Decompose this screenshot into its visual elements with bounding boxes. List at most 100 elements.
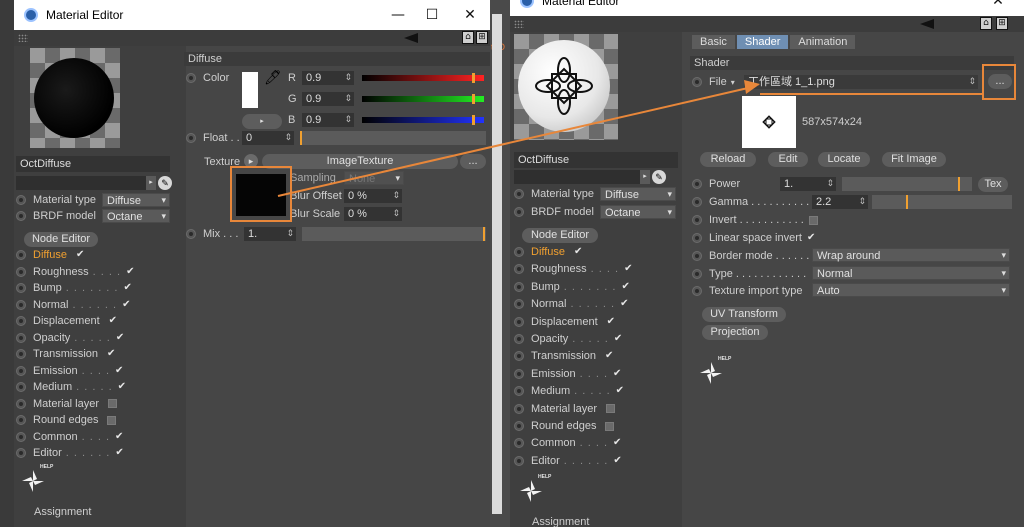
radio-icon[interactable] (692, 77, 702, 87)
channel-label[interactable]: Normal (531, 298, 566, 310)
channel-checkbox-checked[interactable]: ✔ (613, 455, 623, 466)
channel-row[interactable]: Bump. . . . . . . ✔ (514, 279, 631, 295)
power-slider[interactable] (842, 177, 972, 191)
tab-basic[interactable]: Basic (692, 35, 735, 49)
radio-icon[interactable] (514, 316, 524, 327)
channel-checkbox-checked[interactable]: ✔ (620, 299, 630, 309)
name-subfield[interactable] (16, 176, 146, 190)
gamma-value-field[interactable]: 2.2 (812, 195, 868, 209)
radio-icon[interactable] (514, 438, 524, 449)
b-value-field[interactable]: 0.9 (302, 113, 354, 127)
border-mode-dropdown[interactable]: Wrap around (812, 248, 1010, 263)
channel-row[interactable]: Displacement ✔ (514, 314, 617, 330)
expand-arrow[interactable]: ▸ (640, 170, 650, 184)
tab-animation[interactable]: Animation (790, 35, 856, 49)
radio-icon[interactable] (514, 264, 524, 275)
radio-icon[interactable] (16, 299, 26, 310)
radio-icon[interactable] (514, 351, 524, 362)
tab-shader[interactable]: Shader (736, 35, 789, 49)
fit-image-button[interactable]: Fit Image (882, 152, 946, 167)
g-slider[interactable] (362, 94, 484, 104)
radio-icon[interactable] (16, 195, 26, 205)
channel-label[interactable]: Round edges (33, 414, 98, 426)
radio-icon[interactable] (692, 233, 702, 243)
radio-icon[interactable] (186, 133, 196, 143)
channel-checkbox-checked[interactable]: ✔ (107, 349, 117, 359)
channel-checkbox-checked[interactable]: ✔ (605, 351, 615, 361)
channel-checkbox-checked[interactable]: ✔ (116, 332, 126, 343)
background-scrollbar[interactable] (492, 14, 502, 514)
pick-icon[interactable]: ✎ (158, 176, 172, 190)
channel-checkbox-checked[interactable]: ✔ (115, 448, 125, 458)
linear-invert-checkbox[interactable]: ✔ (807, 233, 817, 243)
material-name-field[interactable]: OctDiffuse (514, 152, 678, 168)
file-path-field[interactable]: 工作區域 1_1.png (744, 75, 978, 89)
channel-label[interactable]: Medium (531, 385, 570, 397)
radio-icon[interactable] (16, 415, 26, 425)
back-arrow-icon[interactable] (404, 33, 418, 43)
expand-arrow[interactable]: ▸ (146, 176, 156, 190)
channel-label[interactable]: Emission (33, 365, 78, 377)
gamma-slider[interactable] (872, 195, 1012, 209)
assignment-label[interactable]: Assignment (532, 516, 589, 527)
radio-icon[interactable] (16, 332, 26, 343)
channel-checkbox-checked[interactable]: ✔ (624, 264, 634, 274)
channel-checkbox-unchecked[interactable] (606, 404, 616, 414)
channel-row[interactable]: Normal . . . . . . ✔ (16, 297, 132, 313)
channel-row[interactable]: Normal . . . . . . ✔ (514, 296, 630, 312)
channel-checkbox-checked[interactable]: ✔ (614, 334, 624, 344)
channel-checkbox-checked[interactable]: ✔ (118, 382, 128, 392)
radio-icon[interactable] (692, 197, 702, 207)
channel-row[interactable]: Medium . . . . . ✔ (16, 379, 128, 395)
grip-icon[interactable] (18, 34, 28, 42)
channel-label[interactable]: Material layer (531, 403, 597, 415)
channel-checkbox-unchecked[interactable] (107, 415, 117, 425)
locate-button[interactable]: Locate (818, 152, 870, 167)
assignment-label[interactable]: Assignment (34, 506, 91, 518)
node-editor-button[interactable]: Node Editor (522, 228, 598, 243)
channel-label[interactable]: Bump (531, 281, 560, 293)
material-type-dropdown[interactable]: Diffuse (102, 193, 170, 208)
tex-button[interactable]: Tex (978, 177, 1008, 192)
float-value-field[interactable]: 0 (242, 131, 294, 145)
material-name-field[interactable]: OctDiffuse (16, 156, 170, 172)
radio-icon[interactable] (16, 316, 26, 326)
grip-icon[interactable] (514, 20, 524, 28)
radio-icon[interactable] (514, 299, 524, 310)
channel-label[interactable]: Displacement (33, 315, 100, 327)
channel-row[interactable]: Medium . . . . . ✔ (514, 383, 626, 399)
radio-icon[interactable] (16, 349, 26, 359)
channel-label[interactable]: Round edges (531, 420, 596, 432)
lock-icon[interactable]: ⌂ (980, 17, 992, 30)
radio-icon[interactable] (16, 365, 26, 376)
channel-row[interactable]: Material layer (16, 396, 118, 412)
channel-checkbox-checked[interactable]: ✔ (607, 316, 617, 327)
reload-button[interactable]: Reload (700, 152, 756, 167)
channel-checkbox-checked[interactable]: ✔ (76, 250, 86, 260)
name-subfield[interactable] (514, 170, 642, 184)
channel-checkbox-unchecked[interactable] (605, 421, 615, 431)
channel-label[interactable]: Diffuse (33, 249, 67, 261)
channel-row[interactable]: Editor. . . . . . ✔ (514, 453, 623, 469)
octane-help-icon-panel[interactable] (696, 358, 726, 388)
radio-icon[interactable] (16, 431, 26, 442)
channel-checkbox-checked[interactable]: ✔ (574, 247, 584, 257)
uv-transform-button[interactable]: UV Transform (702, 307, 786, 322)
channel-row[interactable]: Opacity . . . . . ✔ (16, 330, 126, 346)
radio-icon[interactable] (692, 251, 702, 261)
mix-value-field[interactable]: 1. (244, 227, 296, 241)
invert-checkbox[interactable] (808, 215, 818, 225)
sampling-dropdown[interactable]: None (344, 171, 404, 186)
projection-button[interactable]: Projection (702, 325, 768, 340)
type-dropdown[interactable]: Normal (812, 266, 1010, 281)
radio-icon[interactable] (514, 421, 524, 431)
octane-help-icon[interactable] (18, 466, 48, 496)
node-editor-button[interactable]: Node Editor (24, 232, 98, 247)
channel-row[interactable]: Emission. . . . ✔ (16, 363, 125, 379)
channel-label[interactable]: Emission (531, 368, 576, 380)
channel-row[interactable]: Round edges (16, 412, 117, 428)
channel-row[interactable]: Emission. . . . ✔ (514, 366, 623, 382)
material-preview[interactable] (514, 34, 618, 140)
channel-checkbox-checked[interactable]: ✔ (115, 365, 125, 376)
channel-checkbox-checked[interactable]: ✔ (109, 316, 119, 326)
